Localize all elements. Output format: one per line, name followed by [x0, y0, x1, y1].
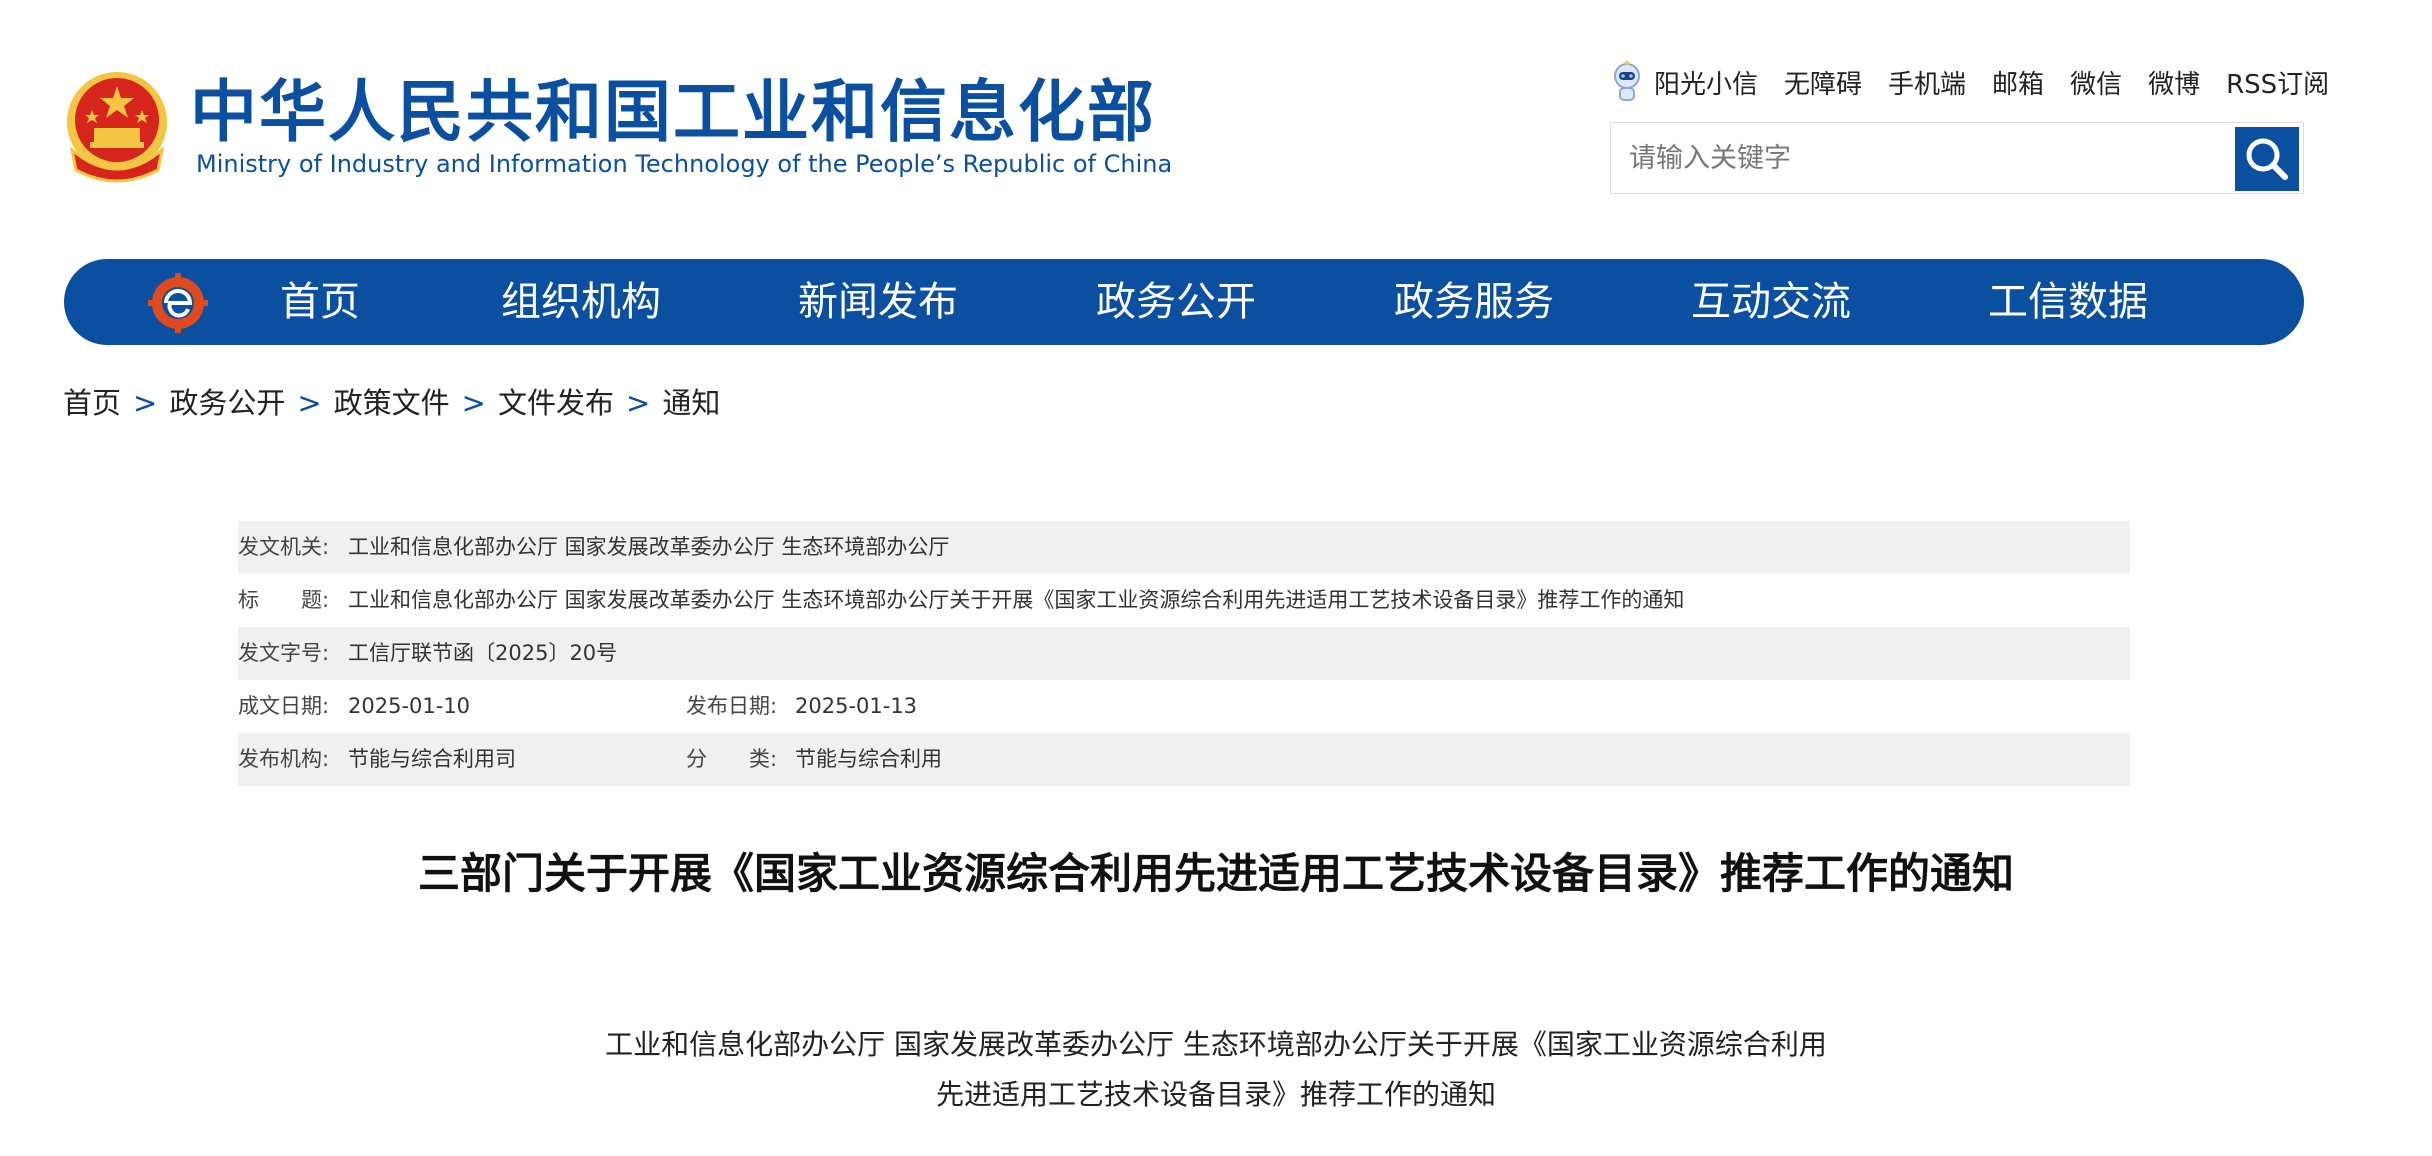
meta-row-org: 发布机构: 节能与综合利用司 分 类: 节能与综合利用: [238, 733, 2130, 786]
toplink-rss[interactable]: RSS订阅: [2226, 64, 2329, 101]
meta-value: 工业和信息化部办公厅 国家发展改革委办公厅 生态环境部办公厅关于开展《国家工业资…: [348, 588, 1685, 612]
meta-label: 成文日期:: [238, 694, 330, 718]
search-button[interactable]: [2235, 127, 2299, 191]
toplink-sunshine[interactable]: 阳光小信: [1654, 64, 1758, 101]
document-meta-table: 发文机关: 工业和信息化部办公厅 国家发展改革委办公厅 生态环境部办公厅 标 题…: [238, 521, 2130, 786]
meta-label: 发文字号:: [238, 641, 330, 665]
site-header: 中华人民共和国工业和信息化部 Ministry of Industry and …: [0, 0, 2432, 250]
toplink-mobile[interactable]: 手机端: [1888, 64, 1966, 101]
toplink-wechat[interactable]: 微信: [2070, 64, 2122, 101]
breadcrumb-separator: >: [461, 386, 486, 420]
breadcrumb-separator: >: [133, 386, 158, 420]
breadcrumb-notice[interactable]: 通知: [662, 386, 720, 420]
nav-news[interactable]: 新闻发布: [798, 259, 958, 345]
national-emblem-icon: [67, 72, 167, 183]
toplink-mail[interactable]: 邮箱: [1992, 64, 2044, 101]
nav-logo-icon: [148, 273, 208, 333]
article-title: 三部门关于开展《国家工业资源综合利用先进适用工艺技术设备目录》推荐工作的通知: [417, 849, 2014, 898]
meta-value: 节能与综合利用司: [348, 747, 516, 771]
article-subtitle-line2: 先进适用工艺技术设备目录》推荐工作的通知: [935, 1078, 1496, 1111]
meta-label: 分 类:: [686, 747, 778, 771]
top-links: 阳光小信 无障碍 手机端 邮箱 微信 微博 RSS订阅: [1610, 60, 2329, 104]
nav-interaction[interactable]: 互动交流: [1691, 259, 1851, 345]
breadcrumb-docs[interactable]: 文件发布: [498, 386, 614, 420]
site-title-en: Ministry of Industry and Information Tec…: [196, 150, 1173, 178]
meta-value: 节能与综合利用: [795, 747, 942, 771]
search-input[interactable]: [1611, 123, 2231, 193]
meta-label: 发布机构:: [238, 747, 330, 771]
breadcrumb-gov-affairs[interactable]: 政务公开: [169, 386, 285, 420]
meta-row-doc-no: 发文字号: 工信厅联节函〔2025〕20号: [238, 627, 2130, 680]
main-nav: 首页 组织机构 新闻发布 政务公开 政务服务 互动交流 工信数据: [64, 259, 2304, 345]
meta-label: 发文机关:: [238, 535, 330, 559]
meta-row-title: 标 题: 工业和信息化部办公厅 国家发展改革委办公厅 生态环境部办公厅关于开展《…: [238, 574, 2130, 627]
breadcrumb: 首页 > 政务公开 > 政策文件 > 文件发布 > 通知: [63, 380, 720, 422]
meta-value: 2025-01-13: [795, 694, 918, 718]
meta-value: 工信厅联节函〔2025〕20号: [348, 641, 618, 665]
meta-value: 工业和信息化部办公厅 国家发展改革委办公厅 生态环境部办公厅: [348, 535, 950, 559]
meta-label: 发布日期:: [686, 694, 778, 718]
toplink-accessibility[interactable]: 无障碍: [1784, 64, 1862, 101]
breadcrumb-separator: >: [297, 386, 322, 420]
toplink-weibo[interactable]: 微博: [2148, 64, 2200, 101]
nav-home[interactable]: 首页: [280, 259, 360, 345]
nav-organization[interactable]: 组织机构: [501, 259, 661, 345]
meta-label: 标 题:: [238, 588, 330, 612]
site-title-cn: 中华人民共和国工业和信息化部: [190, 73, 1156, 151]
nav-gov-services[interactable]: 政务服务: [1394, 259, 1554, 345]
nav-gov-affairs[interactable]: 政务公开: [1096, 259, 1256, 345]
meta-row-dates: 成文日期: 2025-01-10 发布日期: 2025-01-13: [238, 680, 2130, 733]
meta-row-issuer: 发文机关: 工业和信息化部办公厅 国家发展改革委办公厅 生态环境部办公厅: [238, 521, 2130, 574]
search-box: [1610, 122, 2304, 194]
robot-mascot-icon[interactable]: [1610, 60, 1644, 104]
breadcrumb-policy[interactable]: 政策文件: [334, 386, 450, 420]
breadcrumb-home[interactable]: 首页: [63, 386, 121, 420]
breadcrumb-separator: >: [626, 386, 651, 420]
article-subtitle-line1: 工业和信息化部办公厅 国家发展改革委办公厅 生态环境部办公厅关于开展《国家工业资…: [605, 1028, 1827, 1061]
search-icon: [2246, 138, 2288, 180]
nav-data[interactable]: 工信数据: [1988, 259, 2148, 345]
meta-value: 2025-01-10: [348, 694, 471, 718]
